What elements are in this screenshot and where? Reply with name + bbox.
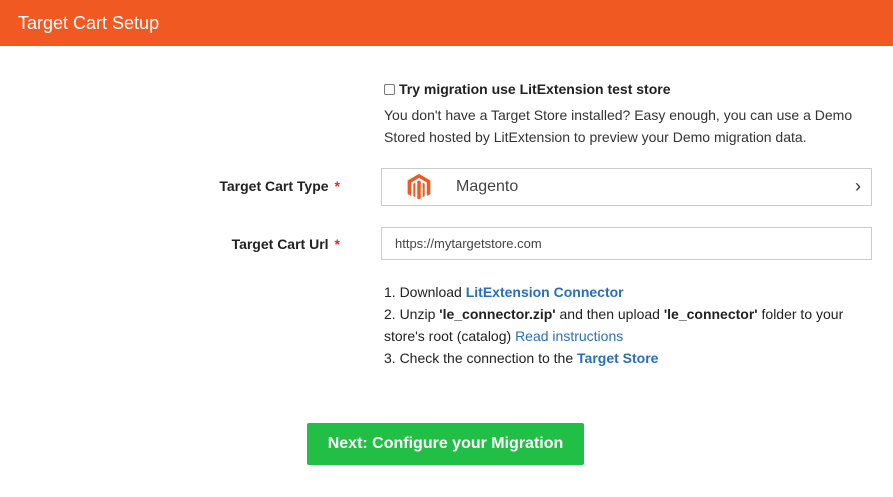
header-title: Target Cart Setup xyxy=(18,13,160,33)
cart-url-label-text: Target Cart Url xyxy=(231,236,329,252)
required-asterisk: * xyxy=(334,236,340,252)
connector-download-link[interactable]: LitExtension Connector xyxy=(466,284,624,300)
step-text: 2. Unzip xyxy=(384,306,440,322)
step-3: 3. Check the connection to the Target St… xyxy=(384,347,864,369)
next-configure-button[interactable]: Next: Configure your Migration xyxy=(307,423,584,465)
step-text: 3. Check the connection to the xyxy=(384,350,578,366)
step-text: and then upload xyxy=(555,306,664,322)
folder-name: 'le_connector' xyxy=(663,306,758,322)
required-asterisk: * xyxy=(334,178,340,194)
cart-type-label-text: Target Cart Type xyxy=(219,178,329,194)
checkbox[interactable] xyxy=(384,83,395,95)
cart-type-label: Target Cart Type * xyxy=(0,178,340,194)
page-header: Target Cart Setup xyxy=(0,0,893,46)
test-store-description: You don't have a Target Store installed?… xyxy=(384,107,853,145)
step-2: 2. Unzip 'le_connector.zip' and then upl… xyxy=(384,303,864,347)
checkbox-label: Try migration use LitExtension test stor… xyxy=(399,81,671,97)
read-instructions-link[interactable]: Read instructions xyxy=(515,328,623,344)
cart-type-value: Magento xyxy=(456,178,519,195)
step-1: 1. Download LitExtension Connector xyxy=(384,281,864,303)
cart-url-label: Target Cart Url * xyxy=(0,236,340,252)
step-text: 1. Download xyxy=(384,284,466,300)
test-store-checkbox[interactable]: Try migration use LitExtension test stor… xyxy=(384,81,671,97)
target-store-link[interactable]: Target Store xyxy=(577,350,658,366)
zip-name: 'le_connector.zip' xyxy=(439,306,556,322)
magento-logo-icon xyxy=(407,173,431,200)
cart-url-input[interactable]: https://mytargetstore.com xyxy=(381,227,872,260)
cart-type-select[interactable]: Magento › xyxy=(381,168,872,206)
connector-steps: 1. Download LitExtension Connector 2. Un… xyxy=(384,281,864,369)
chevron-right-icon: › xyxy=(855,176,861,196)
